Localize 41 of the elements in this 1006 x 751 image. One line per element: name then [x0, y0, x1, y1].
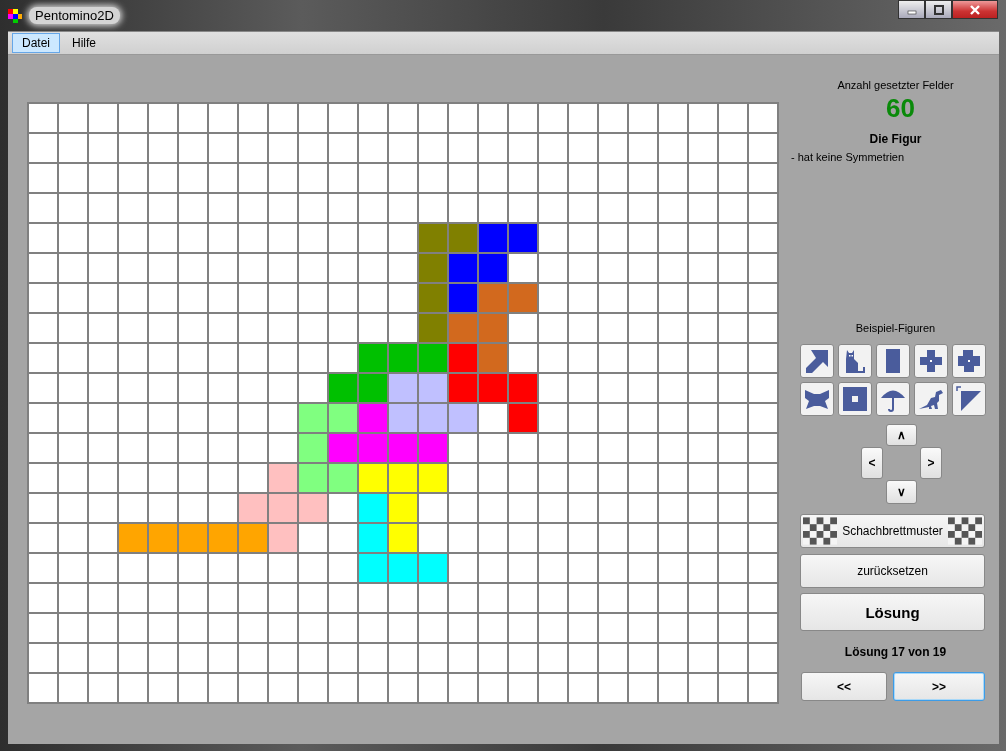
checkerboard-icon: [948, 517, 982, 545]
previous-button[interactable]: <<: [801, 672, 887, 701]
next-button[interactable]: >>: [893, 672, 985, 701]
maximize-button[interactable]: [925, 0, 952, 19]
window-title: Pentomino2D: [29, 7, 120, 24]
example-figure-button[interactable]: [876, 344, 910, 378]
minimize-button[interactable]: [898, 0, 925, 19]
shift-down-button[interactable]: ∨: [886, 480, 917, 504]
arrow-shape-icon: [803, 347, 831, 375]
example-figure-button[interactable]: [914, 382, 948, 416]
cross-icon: [955, 347, 983, 375]
checkerboard-icon: [803, 517, 837, 545]
figure-note: - hat keine Symmetrien: [791, 151, 906, 163]
reset-button[interactable]: zurücksetzen: [800, 554, 985, 588]
menu-item[interactable]: Hilfe: [62, 33, 107, 53]
cross-icon: [917, 347, 945, 375]
close-button[interactable]: [952, 0, 998, 19]
triangle-icon: [955, 385, 983, 413]
example-figure-button[interactable]: [914, 344, 948, 378]
figure-heading: Die Figur: [868, 132, 923, 146]
menu-item[interactable]: Datei: [12, 33, 60, 53]
example-figure-button[interactable]: [952, 344, 986, 378]
example-figure-button[interactable]: [838, 382, 872, 416]
square-frame-icon: [841, 385, 869, 413]
example-figure-button[interactable]: [800, 344, 834, 378]
count-value: 60: [885, 93, 916, 124]
app-icon: [7, 7, 23, 24]
checkerboard-button[interactable]: Schachbrettmuster: [800, 514, 985, 548]
maximize-icon: [932, 4, 945, 15]
example-figure-button[interactable]: [838, 344, 872, 378]
shift-up-button[interactable]: ∧: [886, 424, 917, 446]
shift-right-button[interactable]: >: [920, 447, 942, 479]
example-figure-button[interactable]: [952, 382, 986, 416]
example-figure-button[interactable]: [876, 382, 910, 416]
solution-status: Lösung 17 von 19: [843, 645, 948, 659]
shift-left-button[interactable]: <: [861, 447, 883, 479]
example-figure-button[interactable]: [800, 382, 834, 416]
count-label: Anzahl gesetzter Felder: [836, 79, 955, 91]
close-icon: [969, 4, 981, 15]
examples-label: Beispiel-Figuren: [854, 322, 937, 334]
solution-button[interactable]: Lösung: [800, 593, 985, 631]
